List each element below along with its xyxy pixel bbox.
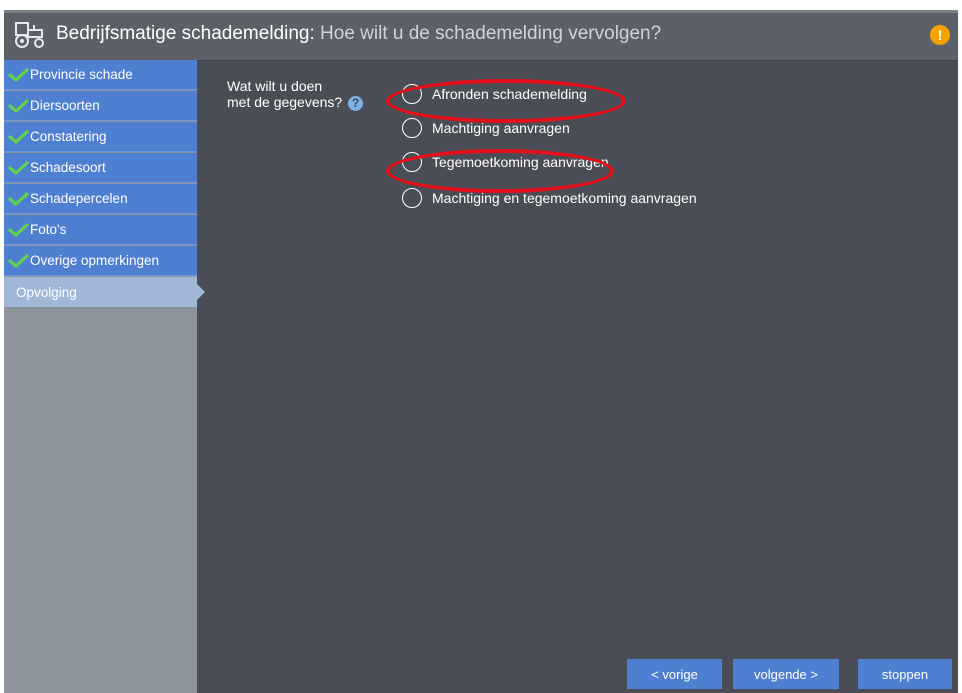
sidebar-item-overige-opmerkingen[interactable]: Overige opmerkingen — [4, 246, 197, 276]
help-icon[interactable]: ? — [348, 95, 364, 111]
question-label: Wat wilt u doen met de gegevens? ? — [227, 78, 364, 111]
radio-button[interactable] — [402, 118, 422, 138]
sidebar-item-opvolging[interactable]: Opvolging — [4, 277, 205, 307]
radio-button[interactable] — [402, 84, 422, 104]
radio-button[interactable] — [402, 188, 422, 208]
checkmark-icon — [8, 222, 29, 237]
option-machtiging-en-tegemoetkoming[interactable]: Machtiging en tegemoetkoming aanvragen — [402, 188, 697, 208]
checkmark-icon — [8, 160, 29, 175]
main-content: Wat wilt u doen met de gegevens? ? Afron… — [197, 60, 958, 693]
checkmark-icon — [8, 191, 29, 206]
tractor-icon — [15, 22, 44, 48]
sidebar-item-label: Foto's — [30, 222, 67, 237]
sidebar-item-label: Constatering — [30, 129, 107, 144]
radio-button[interactable] — [402, 152, 422, 172]
page-title: Bedrijfsmatige schademelding: Hoe wilt u… — [56, 23, 661, 45]
checkmark-icon — [8, 98, 29, 113]
page-subtitle: Hoe wilt u de schademelding vervolgen? — [320, 23, 662, 44]
option-label: Afronden schademelding — [432, 86, 587, 102]
sidebar-item-schadepercelen[interactable]: Schadepercelen — [4, 184, 197, 214]
sidebar-item-label: Provincie schade — [30, 67, 133, 82]
question-line-2: met de gegevens? — [227, 94, 343, 110]
sidebar-item-label: Schadesoort — [30, 160, 106, 175]
warning-icon[interactable]: ! — [930, 25, 950, 45]
app-window: Bedrijfsmatige schademelding: Hoe wilt u… — [4, 10, 958, 693]
sidebar-item-label: Opvolging — [16, 284, 77, 300]
stop-button[interactable]: stoppen — [858, 659, 952, 689]
sidebar-item-diersoorten[interactable]: Diersoorten — [4, 91, 197, 121]
next-button[interactable]: volgende > — [733, 659, 839, 689]
sidebar-item-label: Schadepercelen — [30, 191, 128, 206]
checkmark-icon — [8, 129, 29, 144]
previous-button[interactable]: < vorige — [627, 659, 722, 689]
sidebar-item-schadesoort[interactable]: Schadesoort — [4, 153, 197, 183]
sidebar: Provincie schade Diersoorten Constaterin… — [4, 60, 205, 693]
page-title-main: Bedrijfsmatige schademelding: — [56, 23, 315, 44]
option-machtiging-aanvragen[interactable]: Machtiging aanvragen — [402, 118, 570, 138]
sidebar-item-label: Diersoorten — [30, 98, 100, 113]
sidebar-item-label: Overige opmerkingen — [30, 253, 160, 268]
sidebar-item-fotos[interactable]: Foto's — [4, 215, 197, 245]
checkmark-icon — [8, 67, 29, 82]
sidebar-item-constatering[interactable]: Constatering — [4, 122, 197, 152]
option-label: Tegemoetkoming aanvragen — [432, 154, 609, 170]
checkmark-icon — [8, 253, 29, 268]
header-bar: Bedrijfsmatige schademelding: Hoe wilt u… — [4, 10, 958, 60]
option-label: Machtiging aanvragen — [432, 120, 570, 136]
header-top-border — [4, 10, 958, 13]
option-afronden-schademelding[interactable]: Afronden schademelding — [402, 84, 587, 104]
sidebar-item-provincie-schade[interactable]: Provincie schade — [4, 60, 197, 90]
question-line-1: Wat wilt u doen — [227, 78, 323, 94]
option-tegemoetkoming-aanvragen[interactable]: Tegemoetkoming aanvragen — [402, 152, 609, 172]
option-label: Machtiging en tegemoetkoming aanvragen — [432, 190, 697, 206]
